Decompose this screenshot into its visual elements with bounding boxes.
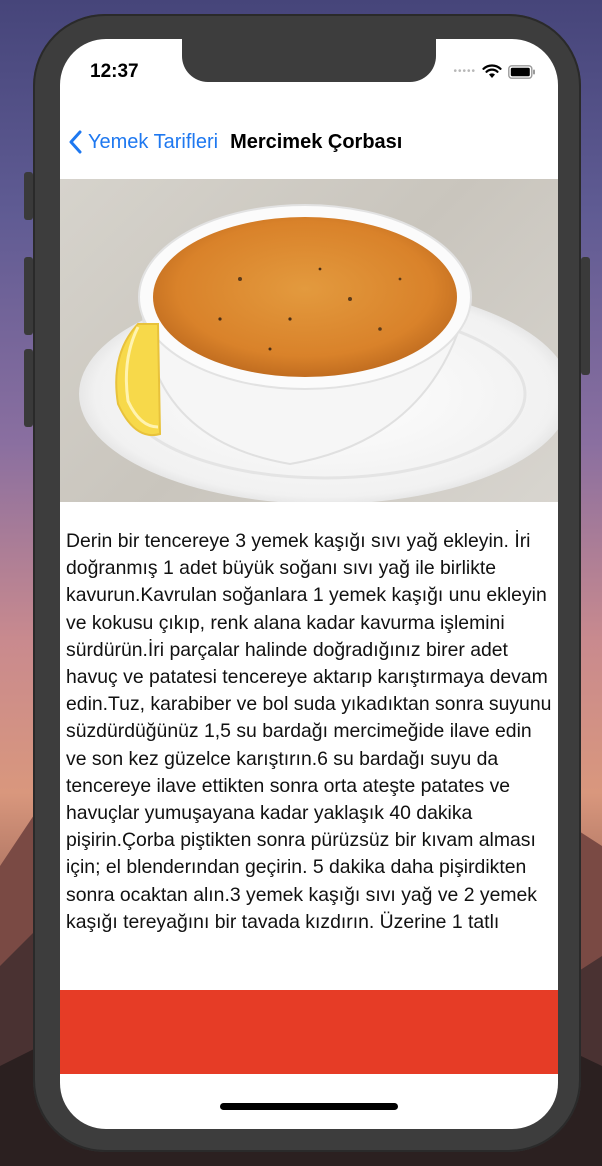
battery-icon — [508, 64, 535, 79]
volume-up-button — [24, 257, 33, 335]
banner-bar[interactable] — [60, 990, 558, 1074]
soup-bowl-image — [60, 179, 558, 502]
mute-switch — [24, 172, 33, 220]
back-button-label: Yemek Tarifleri — [88, 130, 219, 153]
phone-screen: 12:37 ••••• Yemek Tarifleri Mercimek Çor… — [60, 39, 558, 1129]
soup-bowl-illustration — [79, 204, 558, 502]
power-button — [581, 257, 590, 375]
wifi-icon — [482, 64, 502, 78]
navigation-bar: Yemek Tarifleri Mercimek Çorbası — [60, 119, 558, 165]
page-title: Mercimek Çorbası — [230, 130, 403, 153]
chevron-left-icon — [69, 130, 82, 154]
back-button[interactable]: Yemek Tarifleri — [68, 130, 218, 154]
recipe-instructions: Derin bir tencereye 3 yemek kaşığı sıvı … — [66, 530, 552, 933]
signal-dots-icon: ••••• — [453, 66, 476, 77]
phone-frame: 12:37 ••••• Yemek Tarifleri Mercimek Çor… — [24, 14, 590, 1152]
status-icons: ••••• — [453, 64, 536, 79]
volume-down-button — [24, 349, 33, 427]
home-indicator[interactable] — [220, 1103, 398, 1110]
status-time: 12:37 — [90, 61, 139, 82]
notch — [182, 39, 436, 82]
